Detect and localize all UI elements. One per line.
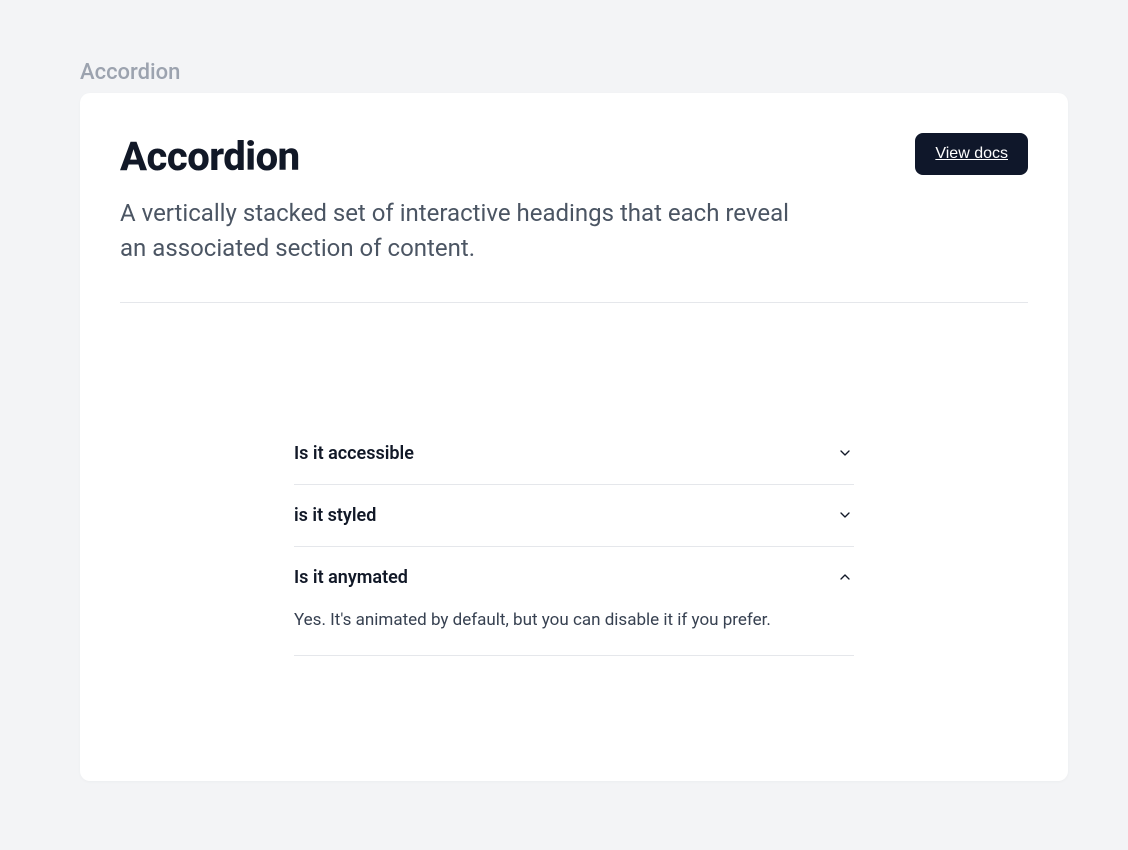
accordion-item-title: Is it anymated bbox=[294, 567, 408, 588]
accordion-item-title: is it styled bbox=[294, 505, 376, 526]
accordion-item: Is it accessible bbox=[294, 423, 854, 485]
accordion-trigger-animated[interactable]: Is it anymated bbox=[294, 547, 854, 608]
view-docs-button[interactable]: View docs bbox=[915, 133, 1028, 175]
content-card: Accordion A vertically stacked set of in… bbox=[80, 93, 1068, 781]
chevron-down-icon bbox=[836, 506, 854, 524]
accordion-item-title: Is it accessible bbox=[294, 443, 414, 464]
accordion: Is it accessible is it styled Is it anym… bbox=[294, 423, 854, 657]
accordion-item-content: Yes. It's animated by default, but you c… bbox=[294, 608, 854, 656]
accordion-item: is it styled bbox=[294, 485, 854, 547]
accordion-trigger-accessible[interactable]: Is it accessible bbox=[294, 423, 854, 484]
accordion-item: Is it anymated Yes. It's animated by def… bbox=[294, 547, 854, 657]
chevron-up-icon bbox=[836, 568, 854, 586]
breadcrumb: Accordion bbox=[80, 60, 1068, 85]
accordion-trigger-styled[interactable]: is it styled bbox=[294, 485, 854, 546]
chevron-down-icon bbox=[836, 444, 854, 462]
page-title: Accordion bbox=[120, 133, 800, 180]
divider bbox=[120, 302, 1028, 303]
page-description: A vertically stacked set of interactive … bbox=[120, 196, 800, 266]
